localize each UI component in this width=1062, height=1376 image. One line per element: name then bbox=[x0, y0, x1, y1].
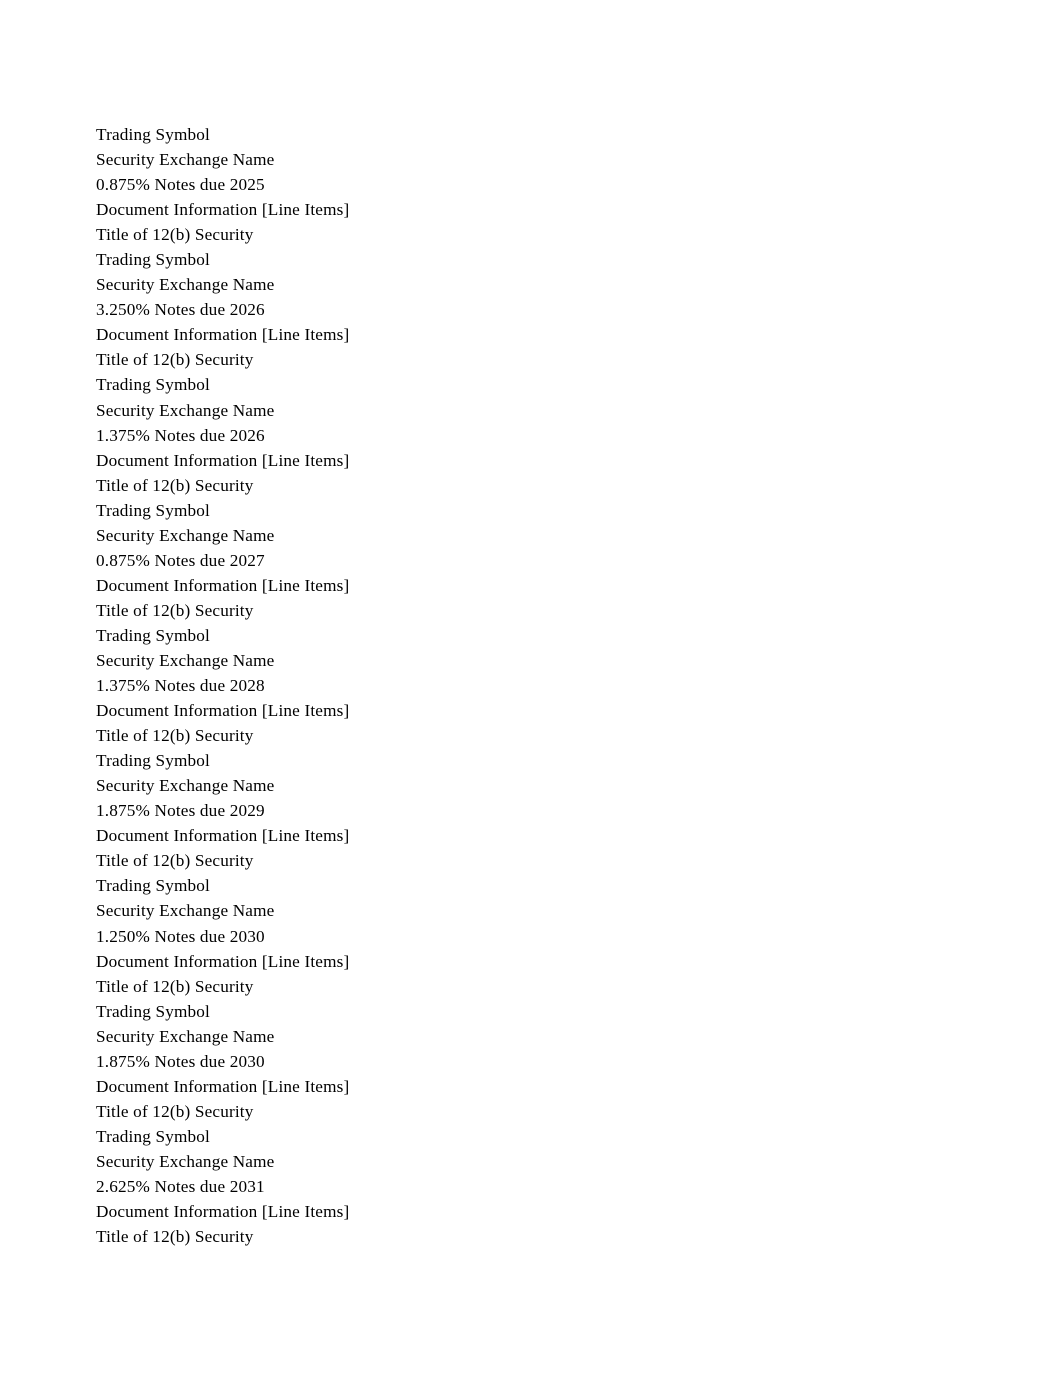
document-text-line: Document Information [Line Items] bbox=[96, 575, 350, 595]
document-text-line: Security Exchange Name bbox=[96, 275, 275, 295]
document-text-line: Title of 12(b) Security bbox=[96, 350, 254, 370]
document-text-line: Trading Symbol bbox=[96, 751, 210, 771]
document-text-line: 1.875% Notes due 2030 bbox=[96, 1051, 265, 1071]
document-text-line: 0.875% Notes due 2027 bbox=[96, 550, 265, 570]
document-text-line: Title of 12(b) Security bbox=[96, 1227, 254, 1247]
document-text-line: Trading Symbol bbox=[96, 1126, 210, 1146]
document-text-line: Security Exchange Name bbox=[96, 650, 275, 670]
document-text-line: 1.250% Notes due 2030 bbox=[96, 926, 265, 946]
document-text-line: Title of 12(b) Security bbox=[96, 1101, 254, 1121]
document-text-line: Security Exchange Name bbox=[96, 1151, 275, 1171]
document-text-line: Security Exchange Name bbox=[96, 400, 275, 420]
document-text-line: Document Information [Line Items] bbox=[96, 1076, 350, 1096]
document-text-line: 3.250% Notes due 2026 bbox=[96, 300, 265, 320]
document-text-line: 1.375% Notes due 2026 bbox=[96, 425, 265, 445]
document-text-line: Trading Symbol bbox=[96, 1001, 210, 1021]
document-text-line: Security Exchange Name bbox=[96, 1026, 275, 1046]
document-text-line: Title of 12(b) Security bbox=[96, 475, 254, 495]
document-text-line: Title of 12(b) Security bbox=[96, 726, 254, 746]
document-text-line: Security Exchange Name bbox=[96, 901, 275, 921]
document-text-line: Security Exchange Name bbox=[96, 525, 275, 545]
document-text-line: Trading Symbol bbox=[96, 876, 210, 896]
document-text-line: Document Information [Line Items] bbox=[96, 1202, 350, 1222]
document-text-line: Trading Symbol bbox=[96, 125, 210, 144]
document-text-line: 0.875% Notes due 2025 bbox=[96, 175, 265, 195]
document-text-line: 1.875% Notes due 2029 bbox=[96, 801, 265, 821]
document-text-line: Document Information [Line Items] bbox=[96, 325, 350, 345]
document-text-line: Title of 12(b) Security bbox=[96, 851, 254, 871]
document-text-line: Document Information [Line Items] bbox=[96, 200, 350, 220]
document-text-line: Trading Symbol bbox=[96, 375, 210, 395]
document-text-block: Trading Symbol Security Exchange Name 0.87… bbox=[96, 122, 976, 1249]
document-text-line: Trading Symbol bbox=[96, 625, 210, 645]
document-text-line: Document Information [Line Items] bbox=[96, 701, 350, 721]
document-text-line: Security Exchange Name bbox=[96, 150, 275, 170]
document-text-line: Trading Symbol bbox=[96, 500, 210, 520]
document-text-line: Document Information [Line Items] bbox=[96, 450, 350, 470]
document-text-line: Document Information [Line Items] bbox=[96, 951, 350, 971]
document-text-line: Trading Symbol bbox=[96, 250, 210, 270]
document-text-line: Title of 12(b) Security bbox=[96, 225, 254, 245]
document-text-line: 2.625% Notes due 2031 bbox=[96, 1176, 265, 1196]
document-text-line: Security Exchange Name bbox=[96, 776, 275, 796]
document-page: Trading Symbol Security Exchange Name 0.87… bbox=[0, 0, 1062, 1376]
document-text-line: Document Information [Line Items] bbox=[96, 826, 350, 846]
document-text-line: Title of 12(b) Security bbox=[96, 976, 254, 996]
document-text-line: Title of 12(b) Security bbox=[96, 600, 254, 620]
document-text-line: 1.375% Notes due 2028 bbox=[96, 676, 265, 696]
